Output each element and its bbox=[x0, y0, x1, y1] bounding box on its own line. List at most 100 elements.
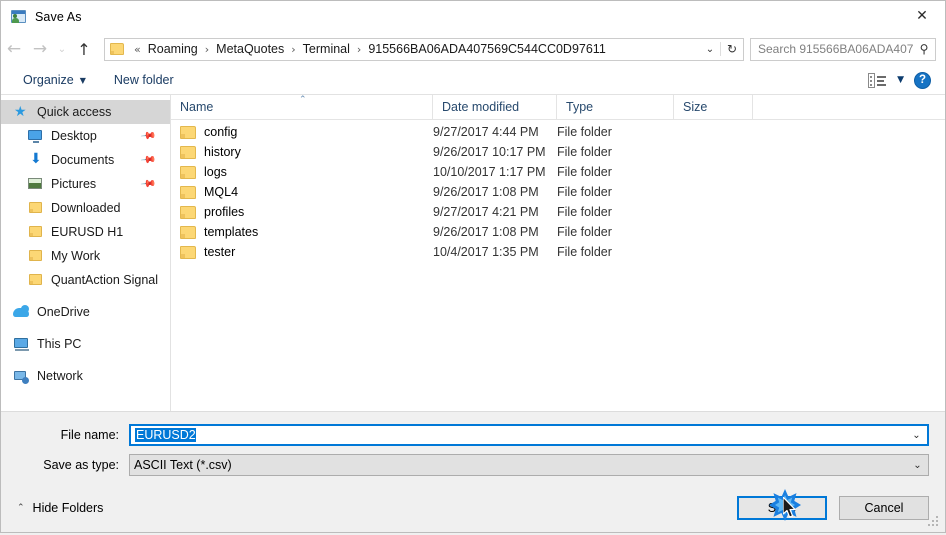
help-icon[interactable]: ? bbox=[914, 71, 931, 89]
star-icon: ★ bbox=[14, 104, 27, 120]
table-row[interactable]: templates 9/26/2017 1:08 PM File folder bbox=[171, 222, 945, 242]
chevron-down-icon[interactable]: ⌄ bbox=[906, 430, 927, 441]
sidebar-item-downloaded[interactable]: Downloaded bbox=[1, 196, 170, 220]
file-name-label: history bbox=[204, 145, 241, 159]
folder-icon bbox=[180, 185, 196, 199]
refresh-icon[interactable]: ↻ bbox=[720, 42, 743, 56]
new-folder-button[interactable]: New folder bbox=[108, 70, 180, 90]
close-button[interactable]: ✕ bbox=[899, 1, 945, 31]
sidebar-item-label: My Work bbox=[51, 249, 101, 263]
sidebar-item-pictures[interactable]: Pictures 📌 bbox=[1, 172, 170, 196]
folder-icon bbox=[27, 248, 44, 264]
sidebar-item-eurusd-h1[interactable]: EURUSD H1 bbox=[1, 220, 170, 244]
sidebar-item-my-work[interactable]: My Work bbox=[1, 244, 170, 268]
resize-grip[interactable] bbox=[928, 516, 940, 528]
download-arrow-icon: ⬇ bbox=[30, 151, 42, 167]
sidebar-item-this-pc[interactable]: This PC bbox=[1, 332, 170, 356]
sidebar-item-quick-access[interactable]: ★ Quick access bbox=[1, 100, 170, 124]
file-name-input[interactable]: EURUSD2 ⌄ bbox=[129, 424, 929, 446]
chevron-down-icon[interactable]: ⌄ bbox=[907, 460, 928, 471]
file-name-cell: history bbox=[171, 145, 433, 159]
file-name-cell: tester bbox=[171, 245, 433, 259]
breadcrumb: « Roaming › MetaQuotes › Terminal › 9155… bbox=[130, 40, 700, 58]
column-header-type[interactable]: Type bbox=[557, 95, 674, 119]
file-type-cell: File folder bbox=[557, 165, 612, 179]
sidebar-item-quantaction-signal[interactable]: QuantAction Signal bbox=[1, 268, 170, 292]
table-row[interactable]: tester 10/4/2017 1:35 PM File folder bbox=[171, 242, 945, 262]
file-name-label: profiles bbox=[204, 205, 245, 219]
command-bar: Organize ▼ New folder ▼ ? bbox=[1, 66, 945, 95]
file-rows: config 9/27/2017 4:44 PM File folder his… bbox=[171, 120, 945, 411]
back-icon[interactable]: ← bbox=[1, 36, 27, 62]
sidebar-item-label: Pictures bbox=[51, 177, 97, 191]
file-type-cell: File folder bbox=[557, 245, 612, 259]
breadcrumb-overflow-icon[interactable]: « bbox=[130, 43, 145, 56]
table-row[interactable]: MQL4 9/26/2017 1:08 PM File folder bbox=[171, 182, 945, 202]
address-bar[interactable]: « Roaming › MetaQuotes › Terminal › 9155… bbox=[104, 37, 744, 61]
pin-icon: 📌 bbox=[139, 127, 157, 145]
breadcrumb-item-terminal[interactable]: Terminal bbox=[300, 40, 353, 58]
hide-folders-button[interactable]: ⌃ Hide Folders bbox=[17, 501, 103, 515]
sidebar-item-label: Desktop bbox=[51, 129, 97, 143]
sidebar-item-onedrive[interactable]: OneDrive bbox=[1, 300, 170, 324]
table-row[interactable]: history 9/26/2017 10:17 PM File folder bbox=[171, 142, 945, 162]
file-date-cell: 9/26/2017 1:08 PM bbox=[433, 225, 539, 239]
file-date-cell: 9/26/2017 1:08 PM bbox=[433, 185, 539, 199]
window-title: Save As bbox=[35, 9, 82, 24]
chevron-up-icon: ⌃ bbox=[17, 503, 25, 513]
forward-icon[interactable]: → bbox=[27, 36, 53, 62]
save-as-type-select[interactable]: ASCII Text (*.csv) ⌄ bbox=[129, 454, 929, 476]
save-as-type-value: ASCII Text (*.csv) bbox=[134, 458, 232, 472]
organize-label: Organize bbox=[23, 73, 74, 87]
file-name-cell: config bbox=[171, 125, 433, 139]
breadcrumb-item-roaming[interactable]: Roaming bbox=[145, 40, 201, 58]
chevron-down-icon[interactable]: ▼ bbox=[897, 75, 904, 85]
sidebar-item-label: Network bbox=[37, 369, 83, 383]
up-one-level-icon[interactable]: ↑ bbox=[71, 36, 97, 62]
file-date-cell: 10/4/2017 1:35 PM bbox=[433, 245, 539, 259]
file-name-value[interactable]: EURUSD2 bbox=[131, 428, 906, 442]
table-row[interactable]: profiles 9/27/2017 4:21 PM File folder bbox=[171, 202, 945, 222]
picture-icon bbox=[27, 176, 44, 192]
save-button[interactable]: Save bbox=[737, 496, 827, 520]
search-icon: ⚲ bbox=[919, 42, 929, 56]
table-row[interactable]: logs 10/10/2017 1:17 PM File folder bbox=[171, 162, 945, 182]
cancel-button[interactable]: Cancel bbox=[839, 496, 929, 520]
organize-button[interactable]: Organize ▼ bbox=[17, 70, 92, 90]
search-box[interactable]: Search 915566BA06ADA40756... ⚲ bbox=[750, 37, 936, 61]
address-dropdown-icon[interactable]: ⌄ bbox=[700, 44, 720, 55]
breadcrumb-separator-icon: › bbox=[356, 42, 362, 56]
file-type-cell: File folder bbox=[557, 145, 612, 159]
view-layout-icon[interactable] bbox=[868, 72, 887, 88]
breadcrumb-item-terminal-id[interactable]: 915566BA06ADA407569C544CC0D97611 bbox=[365, 40, 608, 58]
file-type-cell: File folder bbox=[557, 205, 612, 219]
sort-ascending-icon: ⌃ bbox=[299, 95, 307, 105]
sidebar-item-desktop[interactable]: Desktop 📌 bbox=[1, 124, 170, 148]
folder-icon bbox=[180, 225, 196, 239]
folder-icon bbox=[27, 272, 44, 288]
sidebar-item-network[interactable]: Network bbox=[1, 364, 170, 388]
save-as-icon bbox=[11, 9, 27, 25]
navigation-pane: ★ Quick access Desktop 📌 ⬇ Documents 📌 P… bbox=[1, 95, 171, 411]
sidebar-item-documents[interactable]: ⬇ Documents 📌 bbox=[1, 148, 170, 172]
chevron-down-icon: ▼ bbox=[79, 75, 86, 85]
breadcrumb-item-metaquotes[interactable]: MetaQuotes bbox=[213, 40, 287, 58]
file-name-label: config bbox=[204, 125, 238, 139]
file-type-cell: File folder bbox=[557, 225, 612, 239]
file-date-cell: 9/27/2017 4:44 PM bbox=[433, 125, 539, 139]
recent-locations-icon[interactable]: ⌄ bbox=[53, 36, 71, 62]
dialog-body: ★ Quick access Desktop 📌 ⬇ Documents 📌 P… bbox=[1, 95, 945, 411]
file-date-cell: 9/27/2017 4:21 PM bbox=[433, 205, 539, 219]
search-input[interactable]: Search 915566BA06ADA40756... bbox=[751, 42, 913, 56]
save-as-type-label: Save as type: bbox=[43, 458, 119, 472]
dialog-buttons: Save Cancel bbox=[737, 496, 929, 520]
column-headers: ⌃ Name Date modified Type Size bbox=[171, 95, 945, 120]
table-row[interactable]: config 9/27/2017 4:44 PM File folder bbox=[171, 122, 945, 142]
computer-icon bbox=[13, 336, 30, 352]
file-name-selected-text: EURUSD2 bbox=[135, 428, 196, 442]
title-bar: Save As ✕ bbox=[1, 1, 945, 32]
column-header-date-modified[interactable]: Date modified bbox=[433, 95, 557, 119]
folder-icon bbox=[110, 43, 124, 55]
column-header-size[interactable]: Size bbox=[674, 95, 753, 119]
command-bar-right: ▼ ? bbox=[868, 71, 945, 89]
